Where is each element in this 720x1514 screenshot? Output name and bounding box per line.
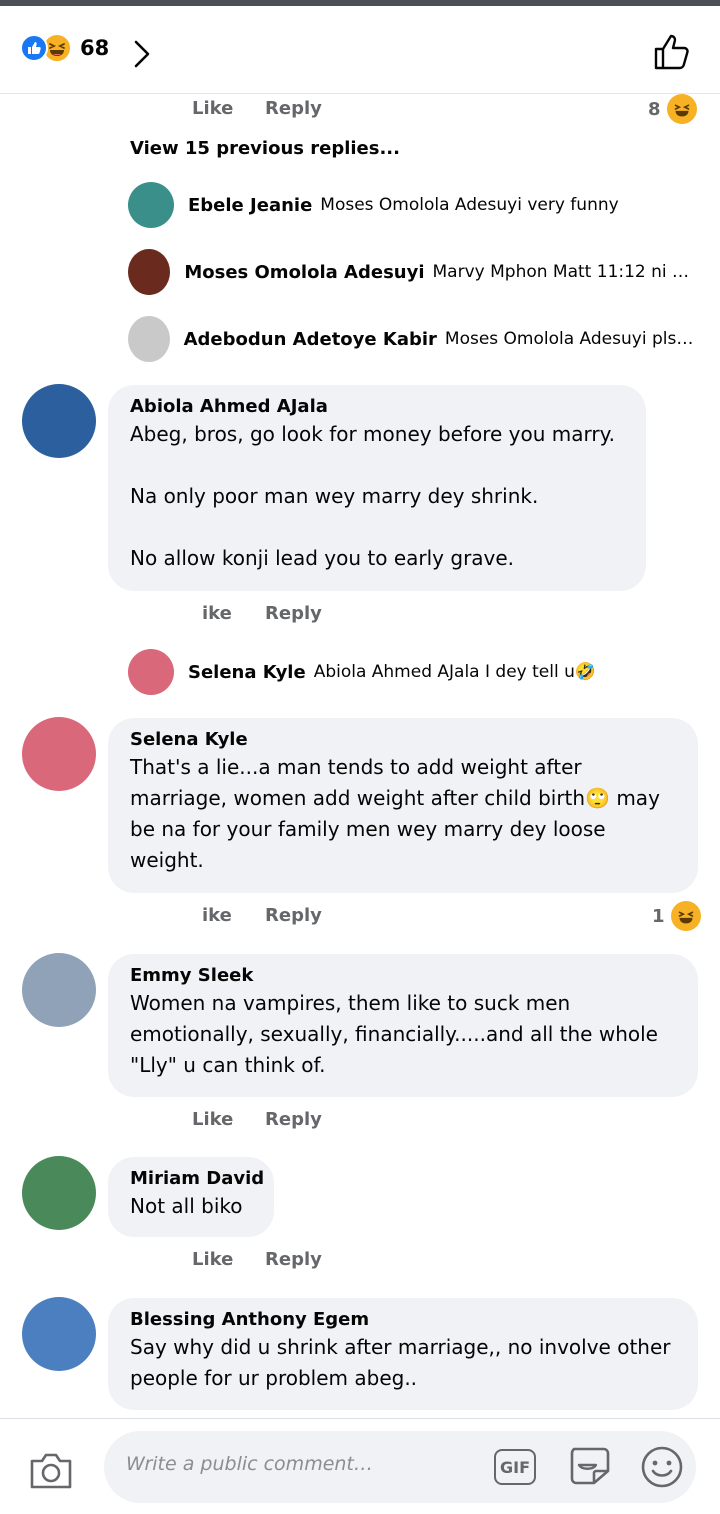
reply-item[interactable]: Selena Kyle Abiola Ahmed AJala I dey tel… [128, 649, 698, 695]
haha-reaction-icon [666, 94, 697, 124]
reply-button[interactable]: Reply [265, 98, 322, 119]
chevron-right-icon[interactable] [132, 39, 152, 73]
reply-item[interactable]: Adebodun Adetoye Kabir Moses Omolola Ade… [128, 316, 698, 362]
view-previous-replies-link[interactable]: View 15 previous replies... [130, 138, 400, 159]
gif-icon[interactable]: GIF [494, 1449, 536, 1485]
comment-author[interactable]: Miriam David [130, 1167, 264, 1191]
comment-bubble: Blessing Anthony Egem Say why did u shri… [108, 1298, 698, 1410]
reactions-header: 68 [0, 6, 720, 94]
reply-button[interactable]: Reply [265, 1109, 322, 1130]
reply-button[interactable]: Reply [265, 603, 322, 624]
reaction-summary: 8 [648, 94, 697, 124]
reactions-summary[interactable]: 68 [20, 33, 109, 63]
reaction-count: 8 [648, 98, 661, 120]
avatar[interactable] [22, 1156, 96, 1230]
comment-author[interactable]: Blessing Anthony Egem [130, 1308, 676, 1332]
comment-text: Women na vampires, them like to suck men… [130, 991, 665, 1077]
reply-button[interactable]: Reply [265, 905, 322, 926]
emoji-icon[interactable] [640, 1445, 684, 1493]
avatar[interactable] [22, 717, 96, 791]
thumbs-up-icon[interactable] [652, 32, 692, 76]
avatar[interactable] [22, 384, 96, 458]
reaction-count: 68 [80, 36, 110, 60]
reply-text: Abiola Ahmed AJala I dey tell u🤣 [313, 662, 597, 682]
like-button[interactable]: ike [202, 603, 232, 624]
comment-input[interactable]: Write a public comment… GIF [104, 1431, 696, 1503]
reply-text: Moses Omolola Adesuyi very funny [320, 195, 619, 215]
camera-icon[interactable] [28, 1451, 74, 1495]
avatar[interactable] [128, 249, 171, 295]
comment-bubble: Emmy Sleek Women na vampires, them like … [108, 954, 698, 1097]
like-button[interactable]: Like [192, 98, 233, 119]
reply-button[interactable]: Reply [265, 1249, 322, 1270]
reaction-summary: 1 [652, 901, 701, 931]
reaction-count: 1 [652, 905, 665, 927]
comment-bubble: Abiola Ahmed AJala Abeg, bros, go look f… [108, 385, 646, 591]
comment-bubble: Miriam David Not all biko [108, 1157, 274, 1237]
reply-item[interactable]: Moses Omolola Adesuyi Marvy Mphon Matt 1… [128, 249, 698, 295]
avatar[interactable] [128, 316, 170, 362]
comment-author[interactable]: Selena Kyle [130, 728, 676, 752]
reply-author[interactable]: Ebele Jeanie [188, 195, 312, 216]
comment-author[interactable]: Abiola Ahmed AJala [130, 395, 624, 419]
comment-text: That's a lie...a man tends to add weight… [130, 755, 667, 872]
reply-author[interactable]: Adebodun Adetoye Kabir [184, 329, 437, 350]
avatar[interactable] [128, 182, 174, 228]
sticker-icon[interactable] [566, 1443, 612, 1493]
like-button[interactable]: Like [192, 1109, 233, 1130]
comment-composer: Write a public comment… GIF [0, 1418, 720, 1514]
avatar[interactable] [22, 953, 96, 1027]
like-reaction-icon [20, 34, 48, 62]
reply-author[interactable]: Moses Omolola Adesuyi [184, 262, 424, 283]
comment-author[interactable]: Emmy Sleek [130, 964, 676, 988]
comment-text: Not all biko [130, 1194, 243, 1218]
reply-author[interactable]: Selena Kyle [188, 662, 306, 683]
reply-item[interactable]: Ebele Jeanie Moses Omolola Adesuyi very … [128, 182, 698, 228]
like-button[interactable]: Like [192, 1249, 233, 1270]
avatar[interactable] [22, 1297, 96, 1371]
reply-text: Moses Omolola Adesuyi pls sto… [444, 329, 698, 349]
comment-text: Abeg, bros, go look for money before you… [130, 422, 615, 570]
avatar[interactable] [128, 649, 174, 695]
comment-placeholder[interactable]: Write a public comment… [126, 1453, 373, 1475]
reply-text: Marvy Mphon Matt 11:12 ni my … [432, 262, 698, 282]
comment-bubble: Selena Kyle That's a lie...a man tends t… [108, 718, 698, 893]
like-button[interactable]: ike [202, 905, 232, 926]
comment-text: Say why did u shrink after marriage,, no… [130, 1335, 677, 1390]
haha-reaction-icon [670, 901, 701, 931]
